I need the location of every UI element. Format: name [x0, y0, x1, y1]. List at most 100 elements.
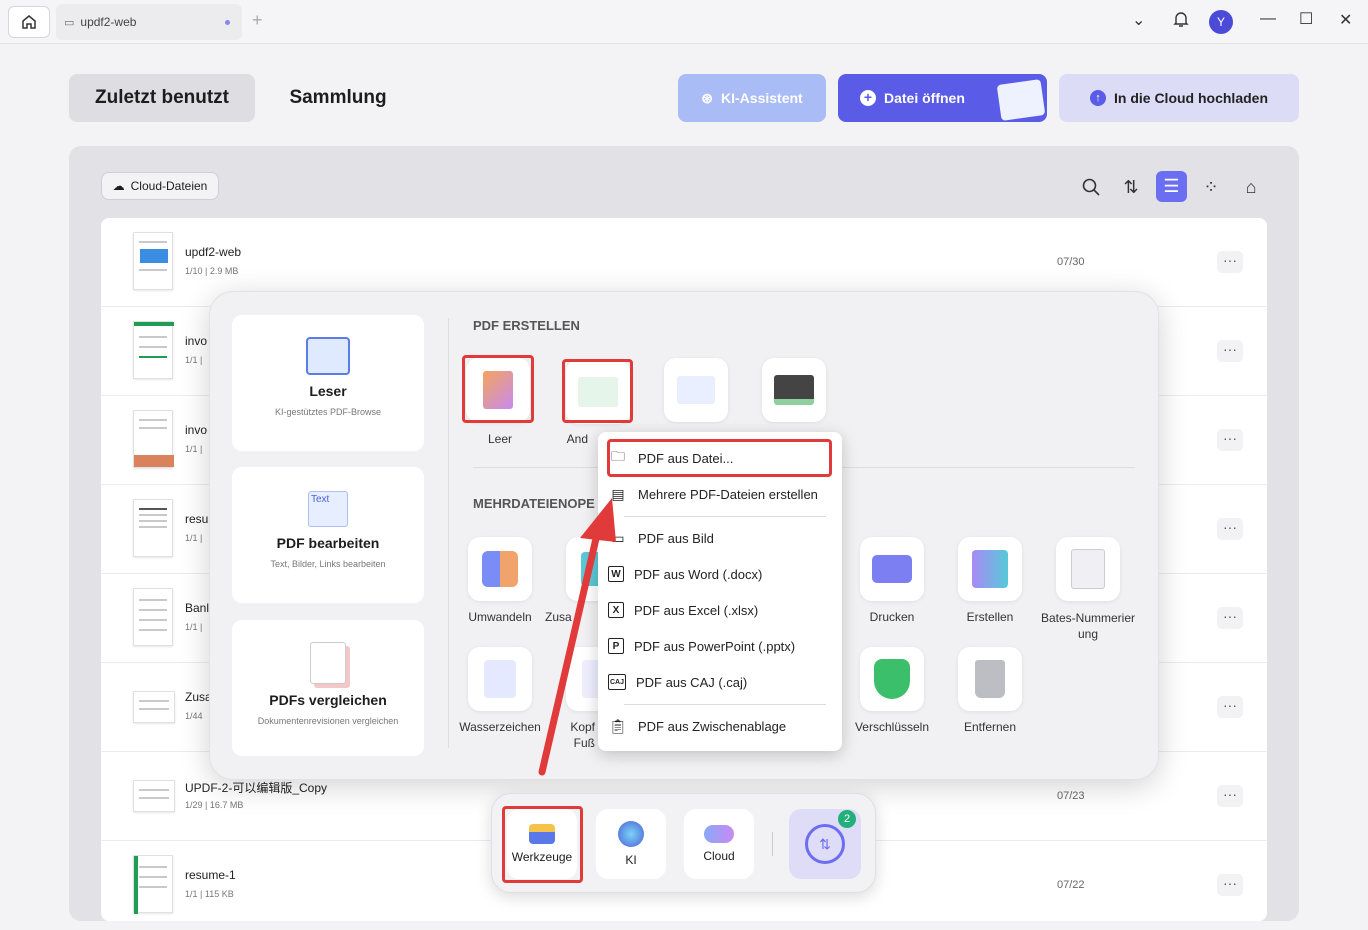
dock-ai-label: KI: [625, 853, 637, 867]
card-title: PDF bearbeiten: [276, 535, 380, 551]
dock-cloud-button[interactable]: Cloud: [684, 809, 754, 879]
file-name: UPDF-2-可以编辑版_Copy: [185, 781, 328, 795]
file-meta: 1/10 | 2.9 MB: [185, 266, 239, 276]
avatar[interactable]: Y: [1209, 10, 1233, 34]
remove-label: Entfernen: [963, 720, 1017, 734]
menu-item-pdf-from-caj[interactable]: CAJ PDF aus CAJ (.caj): [608, 667, 832, 697]
menu-item-label: PDF aus PowerPoint (.pptx): [634, 638, 796, 654]
maximize-icon[interactable]: ☐: [1299, 9, 1313, 29]
plus-circle-icon: +: [860, 90, 876, 106]
more-button[interactable]: ···: [1217, 340, 1243, 362]
chevron-down-icon[interactable]: ⌄: [1132, 10, 1145, 30]
more-button[interactable]: ···: [1217, 607, 1243, 629]
home-button[interactable]: [8, 6, 50, 38]
create-tile[interactable]: [958, 537, 1022, 601]
scanner-tile[interactable]: [762, 358, 826, 422]
home-icon: [22, 15, 36, 29]
bell-icon[interactable]: [1172, 9, 1190, 34]
file-meta: 1/1 | 115 KB: [185, 889, 234, 899]
file-meta: 1/44: [185, 711, 203, 721]
menu-item-multiple-pdf[interactable]: ▤ Mehrere PDF-Dateien erstellen: [608, 479, 832, 509]
create-pdf-dropdown: 🗀 PDF aus Datei... ▤ Mehrere PDF-Dateien e…: [598, 432, 842, 751]
more-button[interactable]: ···: [1217, 696, 1243, 718]
more-button[interactable]: ···: [1217, 429, 1243, 451]
menu-item-label: Mehrere PDF-Dateien erstellen: [638, 486, 818, 502]
file-name: updf2-web: [185, 245, 242, 259]
more-button[interactable]: ···: [1217, 785, 1243, 807]
file-name: resu: [185, 512, 209, 526]
file-thumbnail: [133, 410, 174, 468]
highlight-box: [607, 439, 832, 477]
file-name: invo: [185, 423, 208, 437]
encrypt-tile[interactable]: [860, 647, 924, 711]
compare-pdf-card[interactable]: PDFs vergleichen Dokumentenrevisionen ve…: [232, 620, 424, 756]
print-tile[interactable]: [860, 537, 924, 601]
search-icon[interactable]: [1076, 172, 1106, 202]
tab-collection[interactable]: Sammlung: [268, 74, 408, 122]
upload-cloud-button[interactable]: ↑ In die Cloud hochladen: [1059, 74, 1299, 122]
other-create-label: And: [566, 432, 588, 446]
more-button[interactable]: ···: [1217, 874, 1243, 896]
grid-view-icon[interactable]: ⁘: [1196, 172, 1226, 202]
cloud-files-label: Cloud-Dateien: [130, 179, 208, 193]
sort-icon[interactable]: ⇅: [1116, 172, 1146, 202]
divider: [624, 704, 826, 705]
print-label: Drucken: [869, 610, 915, 624]
reader-card[interactable]: Leser KI-gestütztes PDF-Browse: [232, 315, 424, 451]
card-title: PDFs vergleichen: [269, 692, 387, 708]
menu-item-pdf-from-excel[interactable]: X PDF aus Excel (.xlsx): [608, 595, 832, 625]
dock-ai-button[interactable]: KI: [596, 809, 666, 879]
menu-item-label: PDF aus Excel (.xlsx): [634, 602, 759, 618]
shield-lock-icon: [874, 659, 910, 699]
create-label: Erstellen: [966, 610, 1014, 624]
menu-item-pdf-from-powerpoint[interactable]: P PDF aus PowerPoint (.pptx): [608, 631, 832, 661]
minimize-icon[interactable]: —: [1260, 10, 1276, 28]
file-thumbnail: [133, 232, 173, 290]
menu-item-pdf-from-image[interactable]: ▭ PDF aus Bild: [608, 523, 832, 553]
open-file-label: Datei öffnen: [884, 90, 965, 106]
menu-item-pdf-from-clipboard[interactable]: 📋︎ PDF aus Zwischenablage: [608, 711, 832, 741]
more-button[interactable]: ···: [1217, 518, 1243, 540]
highlight-box: [462, 355, 534, 423]
card-subtitle: KI-gestütztes PDF-Browse: [274, 407, 382, 417]
file-thumbnail: [133, 691, 175, 723]
bates-tile[interactable]: [1056, 537, 1120, 601]
file-name: Zusa: [185, 690, 212, 704]
unsaved-dot: [225, 20, 230, 25]
watermark-icon: [484, 660, 516, 698]
file-date: 07/23: [1057, 790, 1085, 802]
edit-pdf-card[interactable]: Text PDF bearbeiten Text, Bilder, Links …: [232, 467, 424, 603]
clean-icon[interactable]: ⌂: [1236, 172, 1266, 202]
upload-cloud-label: In die Cloud hochladen: [1114, 90, 1268, 106]
file-meta: 1/1 |: [185, 355, 203, 365]
file-meta: 1/1 |: [185, 622, 203, 632]
book-icon: [306, 337, 350, 375]
ai-assistant-button[interactable]: ⊛ KI-Assistent: [678, 74, 826, 122]
file-name: resume-1: [185, 868, 236, 882]
document-tab[interactable]: ▭ updf2-web: [56, 4, 242, 40]
notification-badge: 2: [838, 810, 856, 828]
compare-icon: [310, 642, 346, 684]
menu-item-label: PDF aus Word (.docx): [634, 566, 763, 582]
blank-label: Leer: [487, 432, 513, 446]
id-card-tile[interactable]: [664, 358, 728, 422]
bates-icon: [1071, 549, 1105, 589]
menu-item-label: PDF aus Bild: [638, 530, 714, 546]
annotation-arrow-icon: [538, 498, 616, 776]
close-icon[interactable]: ✕: [1339, 10, 1352, 30]
remove-tile[interactable]: [958, 647, 1022, 711]
cloud-files-button[interactable]: ☁ Cloud-Dateien: [101, 172, 219, 200]
menu-item-pdf-from-word[interactable]: W PDF aus Word (.docx): [608, 559, 832, 589]
menu-item-label: PDF aus CAJ (.caj): [636, 674, 748, 690]
list-view-icon[interactable]: ☰: [1156, 171, 1187, 202]
more-button[interactable]: ···: [1217, 251, 1243, 273]
tab-recent[interactable]: Zuletzt benutzt: [69, 74, 255, 122]
scanner-icon: [774, 375, 814, 405]
convert-icon: [482, 551, 518, 587]
file-meta: 1/1 |: [185, 533, 203, 543]
file-thumbnail: [133, 321, 174, 379]
file-thumbnail: [133, 588, 173, 646]
new-tab-button[interactable]: +: [252, 10, 263, 31]
file-name: Banl: [185, 601, 210, 615]
open-file-button[interactable]: + Datei öffnen: [838, 74, 1047, 122]
